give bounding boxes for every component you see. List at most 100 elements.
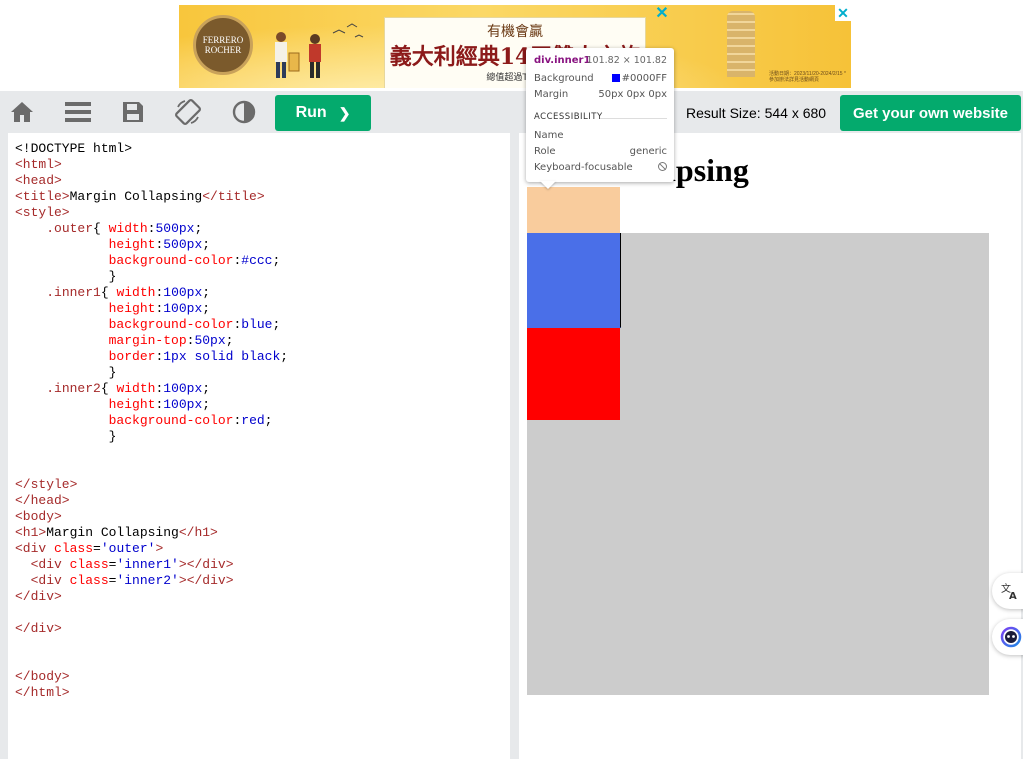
code-head-close: </head> — [15, 493, 70, 508]
tooltip-background-row: Background #0000FF — [534, 73, 667, 87]
code-prop: width — [108, 221, 148, 236]
rotate-icon[interactable] — [172, 96, 204, 128]
advertisement-banner[interactable]: FERRERO ROCHER 有機會贏 義大利經典14天雙人之旅 總值超過TWD… — [179, 5, 851, 88]
assistant-icon — [1000, 626, 1022, 648]
translate-icon: 文 A — [1001, 582, 1017, 601]
assistant-button[interactable] — [992, 619, 1023, 655]
translate-button[interactable]: 文 A — [992, 573, 1023, 609]
code-html-open: <html> — [15, 157, 62, 172]
code-h1-open: <h1> — [15, 525, 47, 540]
code-prop: width — [116, 381, 156, 396]
code-inner1-selector: .inner1 — [46, 285, 101, 300]
tooltip-name-label: Name — [534, 130, 564, 141]
code-editor-content[interactable]: <!DOCTYPE html> <html> <head> <title>Mar… — [15, 141, 288, 701]
ad-close-icon[interactable]: ✕ — [835, 5, 851, 21]
code-value: blue — [241, 317, 273, 332]
inspect-tooltip: div.inner1 101.82 × 101.82 Background #0… — [526, 48, 674, 182]
code-div-close: </div> — [186, 573, 234, 588]
menu-icon[interactable] — [62, 96, 94, 128]
code-h1-close: </h1> — [178, 525, 218, 540]
code-value: 1px solid black — [163, 349, 281, 364]
not-allowed-icon — [658, 162, 667, 173]
result-inner2-box — [527, 328, 620, 420]
ad-fine-print: 活動日期：2023/11/20-2024/2/15 *參加辦法詳見活動網頁 — [769, 71, 846, 83]
ad-logo-line1: FERRERO — [202, 35, 244, 45]
tooltip-role-value: generic — [629, 146, 667, 157]
code-gt: > — [155, 541, 164, 556]
code-div-close: </div> — [15, 621, 62, 636]
ad-logo-line2: ROCHER — [204, 45, 242, 55]
tooltip-header: div.inner1 101.82 × 101.82 — [534, 55, 667, 69]
code-body-open: <body> — [15, 509, 62, 524]
code-prop: background-color — [108, 413, 234, 428]
code-class-value: 'inner2' — [116, 573, 179, 588]
code-prop: height — [108, 397, 156, 412]
run-button-label: Run — [295, 104, 327, 121]
code-value: red — [241, 413, 265, 428]
panel-gutter-left — [0, 133, 8, 759]
code-class-attr: class — [54, 541, 94, 556]
tooltip-focusable-row: Keyboard-focusable — [534, 162, 667, 176]
code-div-open: <div — [30, 557, 70, 572]
code-value: 100px — [163, 285, 203, 300]
code-inner2-selector: .inner2 — [46, 381, 101, 396]
code-value: 50px — [194, 333, 226, 348]
run-button[interactable]: Run ❯ — [275, 95, 371, 131]
code-head-open: <head> — [15, 173, 62, 188]
tooltip-focusable-label: Keyboard-focusable — [534, 162, 633, 173]
code-gt: > — [178, 573, 187, 588]
code-class-attr: class — [69, 573, 109, 588]
code-prop: background-color — [108, 253, 234, 268]
tooltip-role-row: Role generic — [534, 146, 667, 160]
code-prop: width — [116, 285, 156, 300]
code-prop: border — [108, 349, 156, 364]
contrast-icon[interactable] — [228, 96, 260, 128]
code-outer-selector: .outer — [46, 221, 94, 236]
save-icon[interactable] — [117, 96, 149, 128]
tooltip-background-value: #0000FF — [621, 73, 667, 84]
code-prop: margin-top — [108, 333, 187, 348]
code-style-open: <style> — [15, 205, 70, 220]
code-body-close: </body> — [15, 669, 70, 684]
code-prop: height — [108, 301, 156, 316]
code-div-open: <div — [15, 541, 55, 556]
code-title-open: <title> — [15, 189, 70, 204]
code-title-text: Margin Collapsing — [69, 189, 203, 204]
ad-choices-icon[interactable]: ✕ — [654, 6, 670, 22]
code-doctype: <!DOCTYPE html> — [15, 141, 133, 156]
code-value: 100px — [163, 381, 203, 396]
chevron-right-icon: ❯ — [338, 104, 351, 121]
margin-highlight-overlay — [527, 187, 620, 233]
code-title-close: </title> — [202, 189, 265, 204]
tooltip-background-label: Background — [534, 73, 594, 84]
ad-subtitle: 有機會贏 — [487, 24, 543, 40]
code-div-close: </div> — [15, 589, 62, 604]
code-value: 500px — [163, 237, 203, 252]
get-your-own-website-button[interactable]: Get your own website — [840, 95, 1021, 131]
code-class-value: 'outer' — [100, 541, 156, 556]
code-class-attr: class — [69, 557, 109, 572]
code-h1-text: Margin Collapsing — [46, 525, 179, 540]
code-value: 500px — [155, 221, 195, 236]
code-value: 100px — [163, 397, 203, 412]
tooltip-accessibility-title: ACCESSIBILITY — [534, 112, 603, 122]
svg-text:A: A — [1009, 591, 1017, 601]
panel-divider[interactable] — [510, 133, 519, 759]
home-icon[interactable] — [6, 96, 38, 128]
code-div-open: <div — [30, 573, 70, 588]
color-swatch-icon — [611, 74, 620, 82]
tooltip-margin-label: Margin — [534, 89, 569, 100]
code-value: 100px — [163, 301, 203, 316]
code-div-close: </div> — [186, 557, 234, 572]
code-class-value: 'inner1' — [116, 557, 179, 572]
code-value: #ccc — [241, 253, 273, 268]
result-size-label: Result Size: 544 x 680 — [686, 105, 827, 121]
tooltip-name-row: Name — [534, 130, 667, 144]
tooltip-background-value-wrap: #0000FF — [611, 73, 667, 84]
tooltip-divider — [600, 118, 667, 119]
code-html-close: </html> — [15, 685, 70, 700]
code-style-close: </style> — [15, 477, 78, 492]
result-inner1-box — [527, 233, 621, 328]
tooltip-margin-row: Margin 50px 0px 0px — [534, 89, 667, 103]
code-prop: background-color — [108, 317, 234, 332]
